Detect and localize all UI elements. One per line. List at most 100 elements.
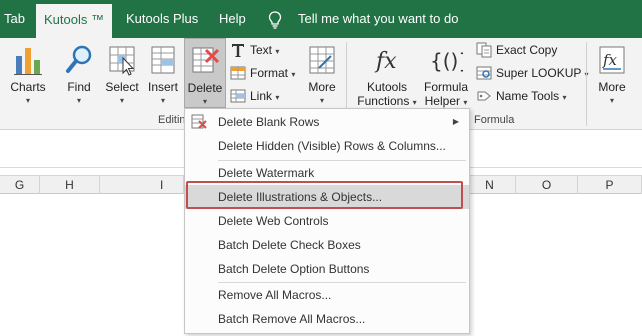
find-button[interactable]: Find ▾: [60, 42, 98, 108]
delete-label: Delete: [187, 81, 223, 95]
insert-button[interactable]: Insert ▾: [144, 42, 182, 108]
menu-item-label: Delete Illustrations & Objects...: [218, 190, 383, 204]
menu-item-batch-delete-check-boxes[interactable]: Batch Delete Check Boxes: [185, 233, 469, 257]
svg-text:{()}: {()}: [430, 49, 463, 73]
link-button[interactable]: Link ▾: [230, 86, 286, 106]
charts-label: Charts: [10, 80, 46, 94]
chevron-down-icon: ▾: [275, 47, 280, 56]
name-tools-button[interactable]: Name Tools ▾: [476, 86, 572, 106]
column-header-p[interactable]: P: [578, 176, 642, 194]
super-lookup-button[interactable]: Super LOOKUP ▾: [476, 63, 589, 83]
tab-kutools[interactable]: Kutools ™: [36, 4, 112, 38]
kutools-functions-button[interactable]: fx Kutools Functions ▾: [356, 42, 418, 112]
chevron-down-icon: ▾: [275, 93, 280, 102]
chevron-down-icon: ▾: [412, 98, 417, 107]
fx-icon: fx: [374, 49, 397, 74]
format-label: Format: [250, 66, 289, 80]
delete-grid-icon: [192, 47, 220, 73]
menu-item-label: Batch Delete Check Boxes: [218, 238, 361, 252]
find-label: Find: [67, 80, 91, 94]
select-button[interactable]: Select ▾: [102, 42, 142, 108]
more-label: More: [308, 80, 336, 94]
group-label-formula: Formula: [474, 114, 515, 126]
text-label: Text: [250, 43, 273, 57]
chevron-down-icon: ▾: [463, 98, 468, 107]
menu-item-label: Delete Watermark: [218, 166, 315, 180]
menu-item-label: Batch Remove All Macros...: [218, 312, 366, 326]
menu-item-label: Remove All Macros...: [218, 288, 332, 302]
formula-helper-label-2: Helper: [424, 94, 460, 108]
bar-chart-icon: [14, 48, 42, 75]
braces-icon: {()}: [430, 49, 463, 73]
svg-text:fx: fx: [602, 51, 618, 69]
magnifier-icon: [66, 45, 92, 73]
menu-item-label: Batch Delete Option Buttons: [218, 262, 370, 276]
format-icon: [230, 66, 246, 80]
delete-rows-icon: [191, 114, 207, 129]
chevron-down-icon: ▾: [76, 96, 81, 105]
chevron-down-icon: ▾: [609, 96, 614, 105]
more-label: More: [598, 80, 626, 94]
chevron-down-icon: ▾: [25, 96, 30, 105]
menu-item-delete-web-controls[interactable]: Delete Web Controls: [185, 209, 469, 233]
format-button[interactable]: Format ▾: [230, 63, 302, 83]
column-header-h[interactable]: H: [40, 176, 100, 194]
menu-item-batch-remove-all-macros[interactable]: Batch Remove All Macros...: [185, 307, 469, 331]
name-tools-label: Name Tools: [496, 89, 560, 103]
ribbon-tab-bar: Tab Kutools ™ Kutools Plus Help Tell me …: [0, 0, 642, 38]
select-label: Select: [105, 80, 139, 94]
text-button[interactable]: Text ▾: [230, 40, 300, 60]
super-lookup-label: Super LOOKUP: [496, 66, 582, 80]
svg-text:fx: fx: [374, 49, 397, 74]
lookup-icon: [476, 66, 492, 80]
chevron-down-icon: ▾: [319, 96, 324, 105]
more-editing-button[interactable]: More ▾: [302, 42, 342, 108]
more-formula-button[interactable]: fx More ▾: [592, 42, 632, 108]
delete-button[interactable]: Delete ▾: [184, 38, 226, 108]
menu-item-label: Delete Blank Rows: [218, 115, 320, 129]
link-icon: [230, 89, 246, 103]
insert-label: Insert: [147, 80, 178, 94]
exact-copy-button[interactable]: Exact Copy: [476, 40, 560, 60]
tell-me-search[interactable]: Tell me what you want to do: [298, 0, 458, 38]
menu-item-delete-blank-rows[interactable]: Delete Blank Rows ▶: [185, 110, 469, 134]
menu-item-delete-illustrations-objects[interactable]: Delete Illustrations & Objects...: [185, 185, 469, 209]
delete-dropdown-menu: Delete Blank Rows ▶ Delete Hidden (Visib…: [184, 108, 470, 334]
formula-helper-button[interactable]: {()} Formula Helper ▾: [420, 42, 472, 112]
tab-tab[interactable]: Tab: [4, 0, 25, 38]
menu-item-label: Delete Hidden (Visible) Rows & Columns..…: [218, 139, 446, 153]
exact-copy-label: Exact Copy: [496, 43, 558, 57]
menu-item-delete-watermark[interactable]: Delete Watermark: [185, 161, 469, 185]
fx-more-icon: fx: [599, 46, 625, 74]
menu-item-remove-all-macros[interactable]: Remove All Macros...: [185, 283, 469, 307]
menu-item-delete-hidden-rows-columns[interactable]: Delete Hidden (Visible) Rows & Columns..…: [185, 134, 469, 158]
chevron-down-icon: ▾: [562, 93, 567, 102]
formula-helper-label-1: Formula: [423, 80, 468, 94]
column-header-n[interactable]: N: [464, 176, 516, 194]
menu-item-batch-delete-option-buttons[interactable]: Batch Delete Option Buttons: [185, 257, 469, 281]
menu-item-label: Delete Web Controls: [218, 214, 329, 228]
chevron-down-icon: ▾: [160, 96, 165, 105]
ribbon-separator: [586, 42, 587, 126]
column-header-i[interactable]: I: [100, 176, 184, 194]
text-T-icon: [232, 44, 244, 57]
chevron-down-icon: ▾: [202, 97, 207, 106]
chevron-down-icon: ▾: [119, 96, 124, 105]
chevron-down-icon: ▾: [291, 70, 296, 79]
lightbulb-icon[interactable]: [268, 11, 282, 29]
more-grid-icon: [309, 46, 335, 74]
submenu-arrow-icon: ▶: [452, 117, 459, 126]
column-header-g[interactable]: G: [0, 176, 40, 194]
kutools-functions-label-1: Kutools: [366, 80, 408, 94]
charts-button[interactable]: Charts ▾: [6, 42, 50, 108]
exact-copy-icon: [476, 42, 492, 58]
name-tools-icon: [477, 91, 491, 101]
column-header-o[interactable]: O: [516, 176, 578, 194]
tab-help[interactable]: Help: [219, 0, 246, 38]
kutools-functions-label-2: Functions: [357, 94, 410, 108]
link-label: Link: [250, 89, 273, 103]
select-cursor-icon: [109, 46, 135, 76]
insert-table-icon: [151, 46, 175, 74]
tab-kutools-plus[interactable]: Kutools Plus: [126, 0, 198, 38]
group-label-editing: Editin: [158, 114, 186, 126]
